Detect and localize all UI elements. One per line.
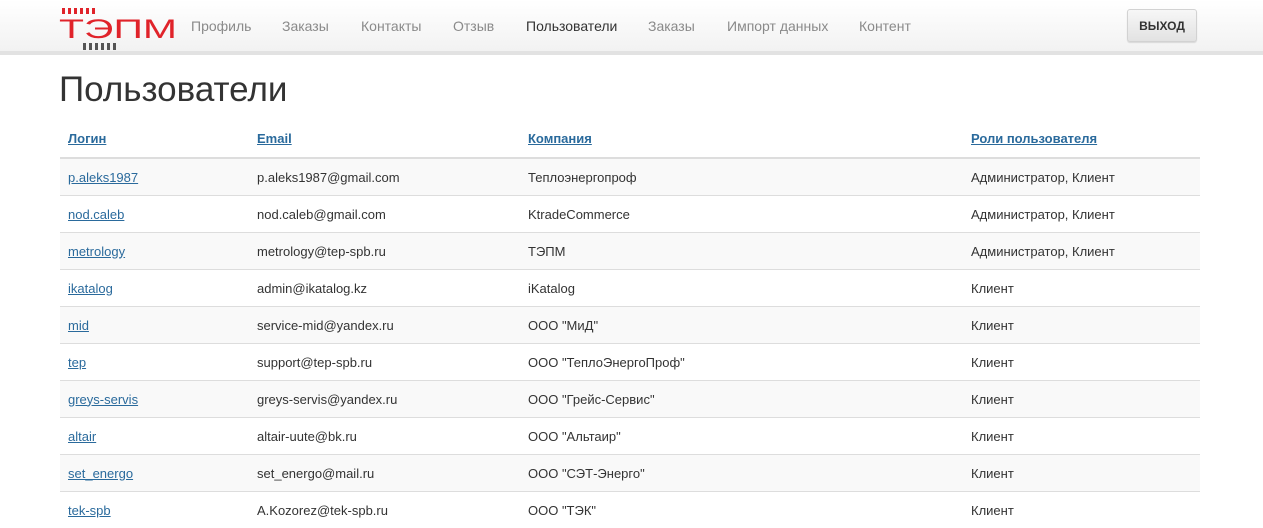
cell-login: metrology: [60, 233, 249, 270]
logout-button[interactable]: ВЫХОД: [1127, 9, 1197, 42]
users-table: Логин Email Компания Роли пользователя p…: [60, 120, 1200, 528]
user-login-link[interactable]: metrology: [68, 244, 125, 259]
company-logo[interactable]: ТЭПМ: [59, 8, 177, 53]
column-header-company: Компания: [520, 120, 963, 158]
cell-roles: Администратор, Клиент: [963, 233, 1200, 270]
cell-login: greys-servis: [60, 381, 249, 418]
user-login-link[interactable]: p.aleks1987: [68, 170, 138, 185]
cell-roles: Клиент: [963, 344, 1200, 381]
sort-company-link[interactable]: Компания: [528, 131, 592, 146]
cell-roles: Администратор, Клиент: [963, 158, 1200, 196]
cell-company: iKatalog: [520, 270, 963, 307]
nav-contacts[interactable]: Контакты: [361, 18, 421, 34]
cell-roles: Клиент: [963, 307, 1200, 344]
cell-company: ООО "Грейс-Сервис": [520, 381, 963, 418]
column-header-email: Email: [249, 120, 520, 158]
cell-login: mid: [60, 307, 249, 344]
nav-users[interactable]: Пользователи: [526, 18, 617, 34]
cell-roles: Клиент: [963, 492, 1200, 528]
cell-roles: Администратор, Клиент: [963, 196, 1200, 233]
table-header-row: Логин Email Компания Роли пользователя: [60, 120, 1200, 158]
user-login-link[interactable]: tep: [68, 355, 86, 370]
table-row: ikatalog admin@ikatalog.kz iKatalog Клие…: [60, 270, 1200, 307]
table-row: set_energo set_energo@mail.ru ООО "СЭТ-Э…: [60, 455, 1200, 492]
nav-feedback[interactable]: Отзыв: [453, 18, 494, 34]
cell-email: service-mid@yandex.ru: [249, 307, 520, 344]
cell-login: altair: [60, 418, 249, 455]
nav-data-import[interactable]: Импорт данных: [727, 18, 828, 34]
column-header-login: Логин: [60, 120, 249, 158]
cell-email: set_energo@mail.ru: [249, 455, 520, 492]
table-row: altair altair-uute@bk.ru ООО "Альтаир" К…: [60, 418, 1200, 455]
user-login-link[interactable]: ikatalog: [68, 281, 113, 296]
table-row: metrology metrology@tep-spb.ru ТЭПМ Адми…: [60, 233, 1200, 270]
cell-company: ООО "ТЭК": [520, 492, 963, 528]
table-row: p.aleks1987 p.aleks1987@gmail.com Теплоэ…: [60, 158, 1200, 196]
sort-email-link[interactable]: Email: [257, 131, 292, 146]
cell-roles: Клиент: [963, 455, 1200, 492]
nav-profile[interactable]: Профиль: [191, 18, 251, 34]
cell-email: nod.caleb@gmail.com: [249, 196, 520, 233]
cell-company: ООО "МиД": [520, 307, 963, 344]
cell-email: metrology@tep-spb.ru: [249, 233, 520, 270]
sort-roles-link[interactable]: Роли пользователя: [971, 131, 1097, 146]
cell-login: p.aleks1987: [60, 158, 249, 196]
cell-login: set_energo: [60, 455, 249, 492]
cell-company: KtradeCommerce: [520, 196, 963, 233]
cell-email: p.aleks1987@gmail.com: [249, 158, 520, 196]
cell-company: ТЭПМ: [520, 233, 963, 270]
column-header-roles: Роли пользователя: [963, 120, 1200, 158]
sort-login-link[interactable]: Логин: [68, 131, 106, 146]
cell-roles: Клиент: [963, 381, 1200, 418]
top-navbar: ТЭПМ Профиль Заказы Контакты Отзыв Польз…: [0, 0, 1263, 55]
cell-roles: Клиент: [963, 270, 1200, 307]
table-row: nod.caleb nod.caleb@gmail.com KtradeComm…: [60, 196, 1200, 233]
cell-roles: Клиент: [963, 418, 1200, 455]
cell-company: Теплоэнергопроф: [520, 158, 963, 196]
logo-text: ТЭПМ: [59, 14, 177, 44]
cell-email: admin@ikatalog.kz: [249, 270, 520, 307]
user-login-link[interactable]: set_energo: [68, 466, 133, 481]
table-row: greys-servis greys-servis@yandex.ru ООО …: [60, 381, 1200, 418]
user-login-link[interactable]: altair: [68, 429, 96, 444]
cell-company: ООО "Альтаир": [520, 418, 963, 455]
nav-content[interactable]: Контент: [859, 18, 911, 34]
cell-login: ikatalog: [60, 270, 249, 307]
table-row: tep support@tep-spb.ru ООО "ТеплоЭнергоП…: [60, 344, 1200, 381]
cell-login: tep: [60, 344, 249, 381]
user-login-link[interactable]: mid: [68, 318, 89, 333]
nav-orders-admin[interactable]: Заказы: [648, 18, 695, 34]
cell-email: altair-uute@bk.ru: [249, 418, 520, 455]
user-login-link[interactable]: nod.caleb: [68, 207, 124, 222]
cell-email: A.Kozorez@tek-spb.ru: [249, 492, 520, 528]
table-row: mid service-mid@yandex.ru ООО "МиД" Клие…: [60, 307, 1200, 344]
user-login-link[interactable]: tek-spb: [68, 503, 111, 518]
cell-login: tek-spb: [60, 492, 249, 528]
cell-company: ООО "СЭТ-Энерго": [520, 455, 963, 492]
cell-email: support@tep-spb.ru: [249, 344, 520, 381]
cell-email: greys-servis@yandex.ru: [249, 381, 520, 418]
user-login-link[interactable]: greys-servis: [68, 392, 138, 407]
cell-company: ООО "ТеплоЭнергоПроф": [520, 344, 963, 381]
cell-login: nod.caleb: [60, 196, 249, 233]
page-title: Пользователи: [59, 70, 287, 110]
nav-orders[interactable]: Заказы: [282, 18, 329, 34]
table-row: tek-spb A.Kozorez@tek-spb.ru ООО "ТЭК" К…: [60, 492, 1200, 528]
